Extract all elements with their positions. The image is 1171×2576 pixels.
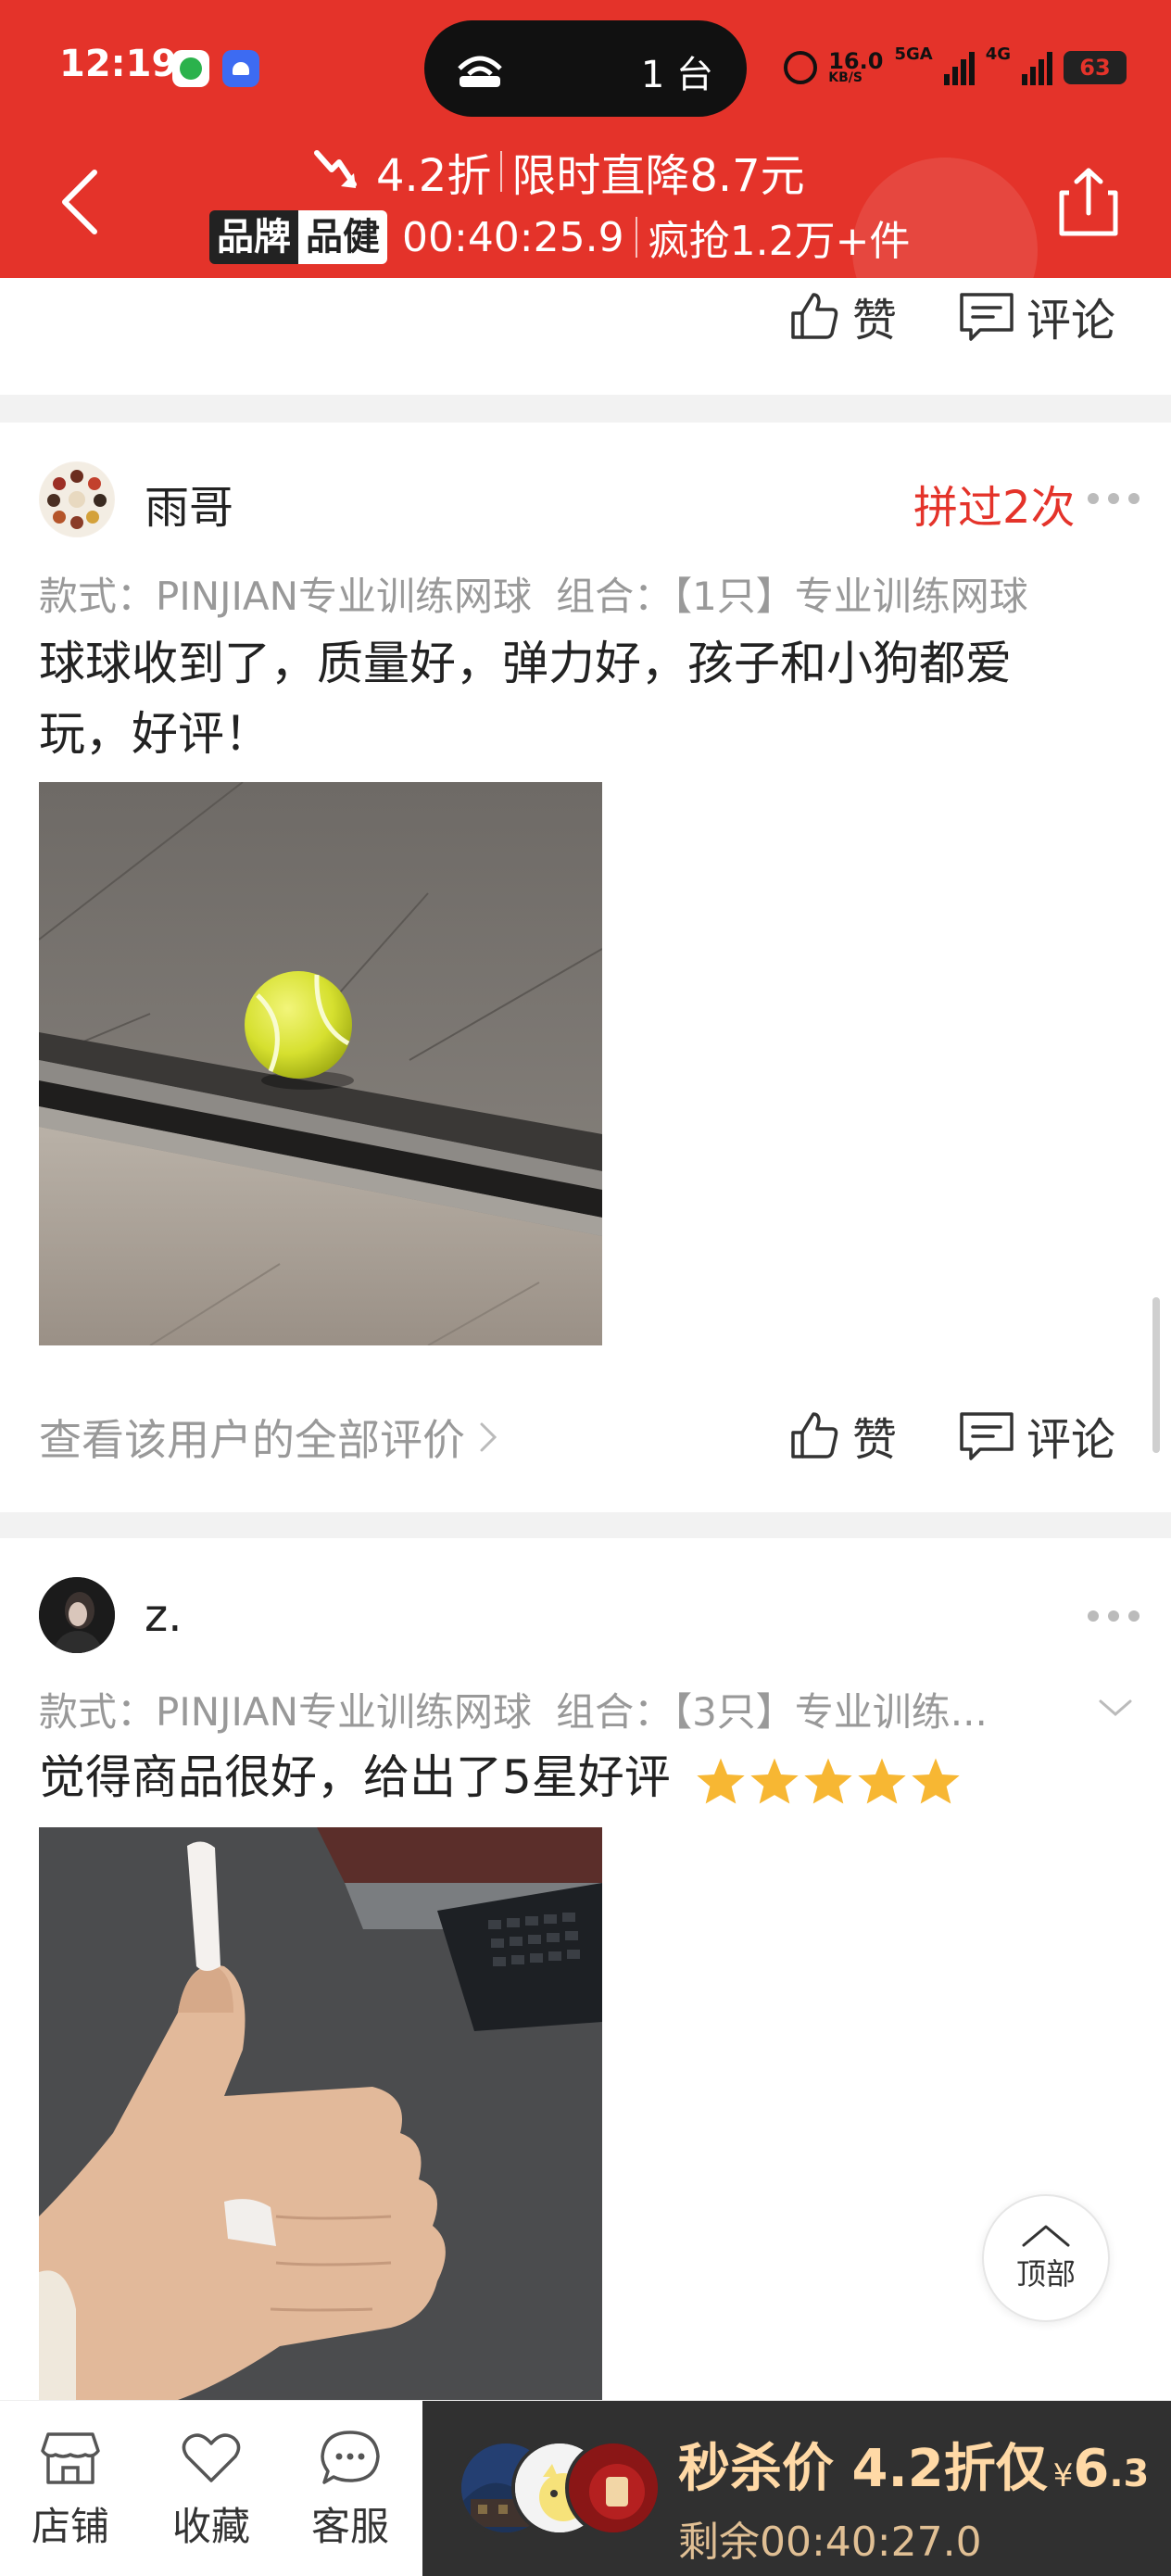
thumbs-up-icon: [791, 293, 838, 339]
review-actions: 赞 评论: [787, 1403, 1115, 1468]
status-bar: 12:19 1 台 16.0 KB/S 5GA 4G 63: [0, 0, 1171, 137]
brand-badge: 品牌 品健: [209, 210, 387, 264]
back-arrow-icon[interactable]: [52, 165, 107, 239]
back-to-top-button[interactable]: 顶部: [982, 2194, 1110, 2322]
share-icon[interactable]: [1056, 165, 1121, 239]
promo-line-2: 品牌 品健 00:40:25.9 疯抢1.2万+件: [209, 208, 910, 267]
group-buy-badge: 拼过2次: [913, 482, 1076, 534]
chevron-right-icon: [480, 1422, 497, 1452]
network-speed: 16.0 KB/S: [828, 48, 884, 85]
divider: [635, 217, 637, 258]
like-button[interactable]: 赞: [787, 284, 897, 348]
seckill-countdown: 剩余00:40:27.0: [678, 2519, 982, 2566]
pill-label: 1 台: [640, 54, 713, 96]
countdown-timer: 00:40:25.9: [402, 213, 624, 261]
review-text: 觉得商品很好，给出了5星好评: [39, 1742, 962, 1812]
star-icon: [858, 1758, 906, 1803]
seckill-price: 秒杀价 4.2折仅 ¥6.3: [678, 2439, 1150, 2499]
seckill-buy-button[interactable]: 秒杀价 4.2折仅 ¥6.3 剩余00:40:27.0: [422, 2401, 1171, 2576]
comment-icon: [960, 293, 1014, 341]
status-indicators: 16.0 KB/S 5GA 4G 63: [784, 44, 1127, 91]
tennis-ball-image: [39, 782, 602, 1345]
alarm-icon: [784, 51, 818, 84]
price-down-icon: [314, 150, 357, 188]
review-username[interactable]: 雨哥: [145, 471, 233, 536]
comment-icon: [960, 1412, 1014, 1460]
thumbs-up-icon: [791, 1412, 838, 1458]
price-drop-text: 限时直降8.7元: [511, 150, 805, 202]
thumbs-up-photo: [39, 1827, 602, 2400]
signal-icon: [943, 50, 975, 85]
comment-button[interactable]: 评论: [958, 1403, 1115, 1468]
signal-icon-2: [1022, 50, 1052, 85]
divider: [500, 151, 503, 192]
bottom-bar: 店铺 收藏 客服 秒杀价 4.2折仅 ¥6.3 剩余00:40:27.0: [0, 2400, 1171, 2576]
star-icon: [697, 1758, 745, 1803]
more-options-icon[interactable]: [1088, 1607, 1140, 1625]
chevron-down-icon[interactable]: [1095, 1694, 1136, 1722]
chat-bubble-icon: [321, 2431, 380, 2484]
battery-icon: 63: [1064, 51, 1127, 84]
sold-count: 疯抢1.2万+件: [648, 218, 911, 265]
review-text: 球球收到了，质量好，弹力好，孩子和小狗都爱 玩，好评！: [39, 637, 1012, 761]
chevron-up-icon: [1022, 2225, 1070, 2247]
buyer-avatars: [458, 2440, 661, 2542]
nav-shop[interactable]: 店铺: [15, 2429, 126, 2552]
nav-customer-service[interactable]: 客服: [295, 2429, 406, 2552]
rating-stars: [695, 1756, 962, 1806]
review-photo[interactable]: [39, 782, 602, 1345]
discount-text: 4.2折: [376, 150, 492, 202]
product-spec: 款式：PINJIAN专业训练网球 组合：【1只】专业训练网球: [39, 574, 1028, 619]
product-spec: 款式：PINJIAN专业训练网球 组合：【3只】专业训练...: [39, 1689, 988, 1735]
status-time: 12:19: [59, 43, 178, 85]
promo-line-1: 4.2折 限时直降8.7元: [311, 139, 805, 204]
prev-review-actions: 赞 评论: [787, 284, 1115, 348]
hotspot-icon: [458, 56, 502, 87]
review-photo[interactable]: [39, 1827, 602, 2400]
top-header: 12:19 1 台 16.0 KB/S 5GA 4G 63 4.2折 限时直降8…: [0, 0, 1171, 278]
comment-button[interactable]: 评论: [958, 284, 1115, 348]
view-all-reviews-link[interactable]: 查看该用户的全部评价: [39, 1407, 498, 1468]
heart-icon: [182, 2433, 241, 2482]
star-icon: [912, 1758, 960, 1803]
android-app-icon: [222, 50, 259, 87]
shop-icon: [41, 2432, 100, 2484]
avatar[interactable]: [39, 461, 115, 537]
dynamic-island[interactable]: 1 台: [424, 20, 747, 117]
avatar: [565, 2440, 661, 2536]
network-type-2: 4G: [985, 44, 1011, 64]
like-button[interactable]: 赞: [787, 1403, 897, 1468]
nav-favorite[interactable]: 收藏: [156, 2429, 267, 2552]
scrollbar[interactable]: [1152, 1297, 1160, 1453]
review-username[interactable]: z.: [145, 1590, 182, 1642]
star-icon: [750, 1758, 799, 1803]
more-options-icon[interactable]: [1088, 489, 1140, 508]
section-divider: [0, 1512, 1171, 1538]
section-divider: [0, 395, 1171, 423]
message-app-icon: [172, 50, 209, 87]
network-type-1: 5GA: [894, 44, 933, 64]
star-icon: [804, 1758, 852, 1803]
avatar[interactable]: [39, 1577, 115, 1653]
